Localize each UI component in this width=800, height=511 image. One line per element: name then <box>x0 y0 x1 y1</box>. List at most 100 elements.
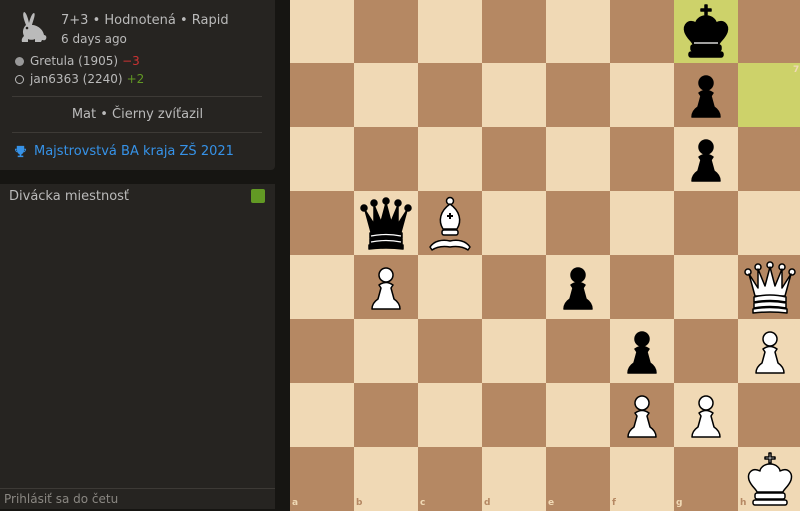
chat-toggle[interactable] <box>251 189 265 203</box>
square-f4[interactable] <box>610 255 674 319</box>
square-h7[interactable] <box>738 63 800 127</box>
square-b3[interactable] <box>354 319 418 383</box>
chat-title: Divácka miestnosť <box>9 189 130 204</box>
square-c7[interactable] <box>418 63 482 127</box>
square-b8[interactable] <box>354 0 418 63</box>
square-d3[interactable] <box>482 319 546 383</box>
white-king-icon[interactable] <box>738 447 800 511</box>
square-e7[interactable] <box>546 63 610 127</box>
square-a4[interactable] <box>290 255 354 319</box>
white-pawn-icon[interactable] <box>354 255 418 319</box>
square-f7[interactable] <box>610 63 674 127</box>
rating-change: +2 <box>126 72 145 86</box>
file-label: e <box>548 498 555 508</box>
file-label: d <box>484 498 491 508</box>
file-label: a <box>292 498 299 508</box>
white-pawn-icon[interactable] <box>610 383 674 447</box>
chat-panel: Divácka miestnosť Prihlásiť sa do četu <box>0 184 275 509</box>
file-label: f <box>612 498 616 508</box>
square-d7[interactable] <box>482 63 546 127</box>
square-d8[interactable] <box>482 0 546 63</box>
white-bishop-icon[interactable] <box>418 191 482 255</box>
square-g4[interactable] <box>674 255 738 319</box>
square-g3[interactable] <box>674 319 738 383</box>
rank-label: 6 <box>793 129 800 139</box>
square-a1[interactable] <box>290 447 354 511</box>
black-pawn-icon[interactable] <box>674 63 738 127</box>
black-pawn-icon[interactable] <box>610 319 674 383</box>
black-queen-icon[interactable] <box>354 191 418 255</box>
black-dot-icon <box>15 56 24 66</box>
white-dot-icon <box>15 74 24 84</box>
white-pawn-icon[interactable] <box>738 319 800 383</box>
square-a7[interactable] <box>290 63 354 127</box>
trophy-icon <box>14 145 27 158</box>
square-d5[interactable] <box>482 191 546 255</box>
square-b2[interactable] <box>354 383 418 447</box>
file-label: b <box>356 498 363 508</box>
game-type: 7+3 • Hodnotená • Rapid <box>61 13 229 28</box>
black-pawn-icon[interactable] <box>674 127 738 191</box>
player-white[interactable]: jan6363 (2240) +2 <box>15 71 144 87</box>
square-h8[interactable] <box>738 0 800 63</box>
player-black[interactable]: Gretula (1905) −3 <box>15 53 140 69</box>
file-label: g <box>676 498 683 508</box>
square-d4[interactable] <box>482 255 546 319</box>
square-e3[interactable] <box>546 319 610 383</box>
chess-board[interactable]: abcdefgh87654321 <box>290 0 800 511</box>
tournament-link[interactable]: Majstrovstvá BA kraja ZŠ 2021 <box>14 144 234 159</box>
square-b1[interactable] <box>354 447 418 511</box>
square-g5[interactable] <box>674 191 738 255</box>
divider <box>12 96 262 97</box>
square-a6[interactable] <box>290 127 354 191</box>
square-e2[interactable] <box>546 383 610 447</box>
square-c1[interactable] <box>418 447 482 511</box>
file-label: c <box>420 498 426 508</box>
square-f6[interactable] <box>610 127 674 191</box>
tournament-name: Majstrovstvá BA kraja ZŠ 2021 <box>34 144 234 159</box>
square-e5[interactable] <box>546 191 610 255</box>
rank-label: 7 <box>793 65 800 75</box>
left-panel: 7+3 • Hodnotená • Rapid 6 days ago Gretu… <box>0 0 290 509</box>
square-c2[interactable] <box>418 383 482 447</box>
square-a8[interactable] <box>290 0 354 63</box>
square-c6[interactable] <box>418 127 482 191</box>
square-d2[interactable] <box>482 383 546 447</box>
square-g1[interactable] <box>674 447 738 511</box>
square-d6[interactable] <box>482 127 546 191</box>
square-f8[interactable] <box>610 0 674 63</box>
rank-label: 2 <box>793 385 800 395</box>
square-a2[interactable] <box>290 383 354 447</box>
black-pawn-icon[interactable] <box>546 255 610 319</box>
square-h6[interactable] <box>738 127 800 191</box>
player-name: Gretula (1905) <box>30 54 119 68</box>
square-h5[interactable] <box>738 191 800 255</box>
square-h2[interactable] <box>738 383 800 447</box>
black-king-icon[interactable] <box>674 0 738 63</box>
square-f5[interactable] <box>610 191 674 255</box>
square-e1[interactable] <box>546 447 610 511</box>
rating-change: −3 <box>122 54 140 68</box>
rank-label: 5 <box>793 193 800 203</box>
square-b6[interactable] <box>354 127 418 191</box>
square-e6[interactable] <box>546 127 610 191</box>
square-a3[interactable] <box>290 319 354 383</box>
square-d1[interactable] <box>482 447 546 511</box>
square-c4[interactable] <box>418 255 482 319</box>
square-c8[interactable] <box>418 0 482 63</box>
white-queen-icon[interactable] <box>738 255 800 319</box>
chat-login-prompt[interactable]: Prihlásiť sa do četu <box>0 488 275 509</box>
game-result: Mat • Čierny zvíťazil <box>71 107 204 122</box>
square-c3[interactable] <box>418 319 482 383</box>
square-b7[interactable] <box>354 63 418 127</box>
rank-label: 8 <box>793 1 800 11</box>
rabbit-icon <box>21 12 47 42</box>
square-f1[interactable] <box>610 447 674 511</box>
square-e8[interactable] <box>546 0 610 63</box>
player-name: jan6363 (2240) <box>30 72 123 86</box>
square-a5[interactable] <box>290 191 354 255</box>
game-info-card: 7+3 • Hodnotená • Rapid 6 days ago Gretu… <box>0 0 275 170</box>
white-pawn-icon[interactable] <box>674 383 738 447</box>
divider <box>12 132 262 133</box>
game-date: 6 days ago <box>61 32 127 46</box>
